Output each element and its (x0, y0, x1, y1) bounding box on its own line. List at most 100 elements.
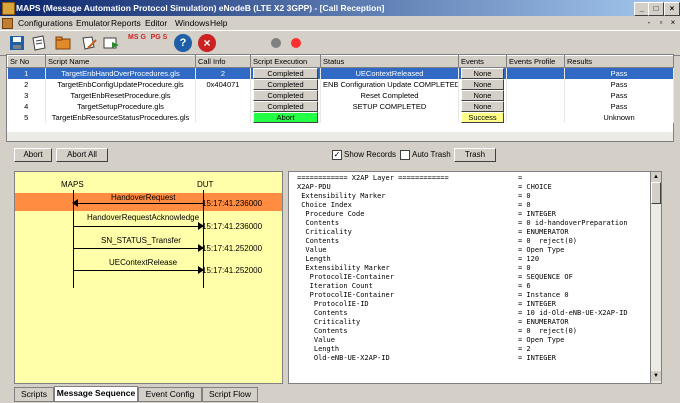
save-icon[interactable] (8, 34, 26, 52)
cell-events-profile (506, 90, 565, 101)
decode-value: = 10 id-Old-eNB-UE-X2AP-ID (518, 309, 628, 317)
menu-help[interactable]: Help (210, 17, 227, 29)
col-header-call-info[interactable]: Call Info (195, 55, 251, 68)
grid-horizontal-scrollbar[interactable] (7, 132, 673, 141)
events-button[interactable]: None (461, 90, 504, 101)
trash-button[interactable]: Trash (454, 148, 496, 162)
exec-button[interactable]: Completed (253, 101, 318, 112)
pdu-generator-icon[interactable]: PG S (150, 34, 168, 52)
run-icon[interactable] (102, 34, 120, 52)
message-label[interactable]: UEContextRelease (109, 258, 177, 267)
menu-bar: Configurations Emulator Reports Editor W… (0, 16, 680, 30)
maximize-button[interactable]: □ (648, 2, 664, 16)
decode-value: = (518, 174, 523, 182)
table-row[interactable]: 3 TargetEnbResetProcedure.gls Completed … (7, 90, 674, 101)
events-button[interactable]: None (461, 101, 504, 112)
exec-button[interactable]: Abort (253, 112, 318, 123)
open-icon[interactable] (30, 34, 48, 52)
decode-value: = 0 (518, 264, 531, 272)
arrow-left-icon (72, 199, 78, 207)
events-button[interactable]: None (461, 79, 504, 90)
decode-field: Contents (297, 237, 340, 245)
decode-field: ProtocolIE-ID (297, 300, 369, 308)
decode-value: = ENUMERATOR (518, 228, 569, 236)
bottom-tab-bar: Scripts Message Sequence Event Config Sc… (0, 386, 680, 403)
message-label[interactable]: SN_STATUS_Transfer (101, 236, 181, 245)
scroll-up-icon[interactable]: ▲ (651, 172, 661, 182)
table-row[interactable]: 5 TargetEnbResourceStatusProcedures.gls … (7, 112, 674, 123)
message-label[interactable]: HandoverRequest (111, 193, 175, 202)
table-row[interactable]: 4 TargetSetupProcedure.gls Completed SET… (7, 101, 674, 112)
abort-button[interactable]: Abort (14, 148, 52, 162)
msg-generator-icon[interactable]: MS G (128, 34, 146, 52)
decode-value: = ENUMERATOR (518, 318, 569, 326)
tab-event-config[interactable]: Event Config (138, 387, 202, 402)
title-bar: MAPS (Message Automation Protocol Simula… (0, 0, 680, 16)
message-arrow (73, 203, 203, 204)
abort-all-button[interactable]: Abort All (56, 148, 108, 162)
events-button[interactable]: Success (461, 112, 504, 123)
script-table: Sr No Script Name Call Info Script Execu… (7, 55, 674, 123)
app-icon (2, 2, 15, 15)
cell-script-name: TargetSetupProcedure.gls (45, 101, 196, 112)
tab-script-flow[interactable]: Script Flow (202, 387, 258, 402)
menu-editor[interactable]: Editor (145, 17, 167, 29)
table-row[interactable]: 2 TargetEnbConfigUpdateProcedure.gls 0x4… (7, 79, 674, 90)
table-row[interactable]: 1 TargetEnbHandOverProcedures.gls 2 Comp… (7, 67, 674, 79)
col-header-srno[interactable]: Sr No (7, 55, 46, 68)
show-records-checkbox[interactable]: ✓ (332, 150, 342, 160)
controls-bar: Abort Abort All ✓ Show Records Auto Tras… (0, 146, 680, 164)
col-header-events[interactable]: Events (458, 55, 507, 68)
decode-value: = INTEGER (518, 210, 556, 218)
tab-message-sequence[interactable]: Message Sequence (54, 386, 138, 402)
decode-field: Old-eNB-UE-X2AP-ID (297, 354, 390, 362)
decode-value: = 6 (518, 282, 531, 290)
cell-result: Pass (564, 90, 674, 101)
cell-script-name: TargetEnbConfigUpdateProcedure.gls (45, 79, 196, 90)
cell-events-profile (506, 101, 565, 112)
maps-lifeline-label: MAPS (61, 180, 84, 189)
menu-emulator[interactable]: Emulator (76, 17, 110, 29)
exec-button[interactable]: Completed (253, 79, 318, 90)
mdi-document-icon (2, 18, 13, 29)
scroll-thumb[interactable] (651, 182, 661, 204)
mdi-minimize-button[interactable]: - (644, 18, 654, 28)
decode-field: Contents (297, 309, 348, 317)
scroll-down-icon[interactable]: ▼ (651, 371, 661, 381)
close-button[interactable]: × (664, 2, 680, 16)
tools-icon[interactable] (80, 34, 98, 52)
stop-icon[interactable]: × (198, 34, 216, 52)
decode-value: = Open Type (518, 246, 565, 254)
exec-button[interactable]: Completed (253, 90, 318, 101)
cell-srno: 5 (7, 112, 46, 123)
mdi-close-button[interactable]: × (668, 18, 678, 28)
cell-result: Pass (564, 79, 674, 90)
tab-scripts[interactable]: Scripts (14, 387, 54, 402)
menu-reports[interactable]: Reports (111, 17, 141, 29)
mdi-restore-button[interactable]: ▫ (656, 18, 666, 28)
message-label[interactable]: HandoverRequestAcknowledge (87, 213, 199, 222)
col-header-script-execution[interactable]: Script Execution (250, 55, 321, 68)
cell-call-info: 2 (195, 67, 251, 79)
exec-button[interactable]: Completed (253, 68, 318, 79)
decode-vertical-scrollbar[interactable]: ▲ ▼ (650, 171, 662, 384)
message-sequence-pane: MAPS DUT HandoverRequest 15:17:41.236000… (14, 171, 283, 384)
cell-srno: 1 (7, 67, 46, 79)
auto-trash-checkbox[interactable] (400, 150, 410, 160)
col-header-events-profile[interactable]: Events Profile (506, 55, 565, 68)
cell-result: Pass (564, 67, 674, 79)
folder-icon[interactable] (54, 34, 72, 52)
col-header-script-name[interactable]: Script Name (45, 55, 196, 68)
decode-value: = CHOICE (518, 183, 552, 191)
cell-events-profile (506, 67, 565, 79)
col-header-results[interactable]: Results (564, 55, 674, 68)
menu-configurations[interactable]: Configurations (18, 17, 73, 29)
cell-script-name: TargetEnbHandOverProcedures.gls (45, 67, 196, 79)
menu-windows[interactable]: Windows (175, 17, 209, 29)
dut-lifeline-label: DUT (197, 180, 214, 189)
help-icon[interactable]: ? (174, 34, 192, 52)
events-button[interactable]: None (461, 68, 504, 79)
cell-script-name: TargetEnbResourceStatusProcedures.gls (45, 112, 196, 123)
decode-field: Criticality (297, 228, 352, 236)
col-header-status[interactable]: Status (320, 55, 459, 68)
